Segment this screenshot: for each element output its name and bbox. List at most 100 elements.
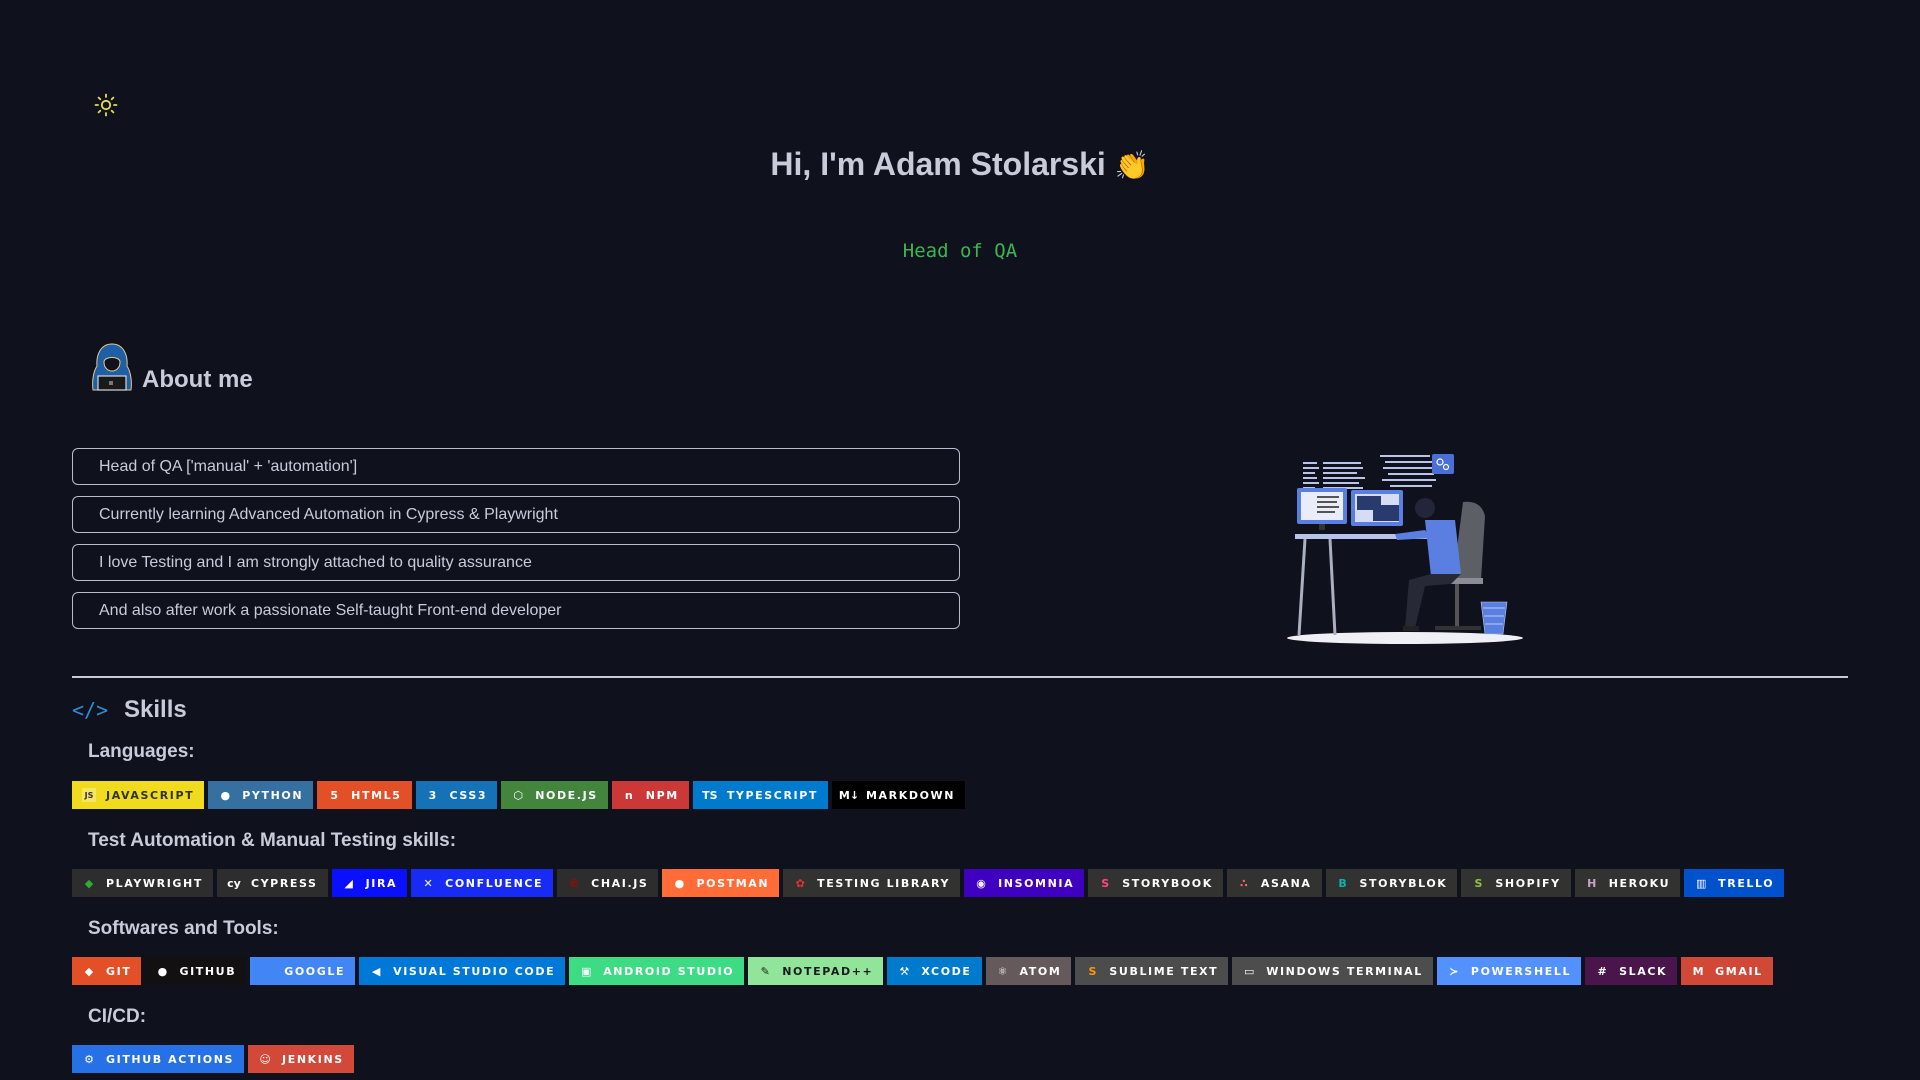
skill-badge-label: HTML5: [351, 788, 402, 802]
vscode-icon: ◀: [371, 964, 381, 978]
html5-icon: 5: [330, 788, 338, 802]
atom-icon: ⚛: [997, 964, 1008, 978]
page-title: Hi, I'm Adam Stolarski 👏: [0, 146, 1920, 183]
powershell-icon: ≻: [1449, 964, 1459, 978]
markdown-icon: M↓: [838, 788, 860, 802]
jenkins-icon: ☺: [259, 1052, 271, 1066]
sun-icon: [94, 93, 118, 117]
css3-icon: 3: [428, 788, 437, 802]
skill-badge-android[interactable]: ▣ ANDROID STUDIO: [569, 957, 745, 985]
skill-badge-typescript[interactable]: TS TYPESCRIPT: [692, 781, 828, 809]
skill-badge-label: NOTEPAD++: [782, 964, 874, 978]
nodejs-icon: ⬡: [513, 788, 523, 802]
skill-badge-label: PLAYWRIGHT: [106, 876, 203, 890]
skill-badge-atom[interactable]: ⚛ ATOM: [985, 957, 1072, 985]
heroku-icon: H: [1587, 876, 1597, 890]
skill-badge-jenkins[interactable]: ☺ JENKINS: [248, 1045, 354, 1073]
skill-badge-insomnia[interactable]: ◉ INSOMNIA: [964, 869, 1085, 897]
skill-badge-testing-library[interactable]: ✿ TESTING LIBRARY: [783, 869, 961, 897]
category-title-testing: Test Automation & Manual Testing skills:: [88, 830, 457, 851]
github-icon: ●: [157, 964, 168, 978]
skills-heading: Skills: [124, 696, 187, 723]
github-actions-icon: ⚙: [84, 1052, 94, 1066]
skill-badge-npm[interactable]: n NPM: [611, 781, 689, 809]
skill-badge-label: GOOGLE: [284, 964, 346, 978]
skill-badge-jira[interactable]: ◢ JIRA: [331, 869, 408, 897]
hacker-avatar-icon: [92, 343, 132, 391]
skill-badge-github-actions[interactable]: ⚙ GITHUB ACTIONS: [72, 1045, 245, 1073]
skill-badge-label: WINDOWS TERMINAL: [1266, 964, 1423, 978]
skill-badge-label: ASANA: [1260, 876, 1312, 890]
skill-badge-label: ATOM: [1019, 964, 1062, 978]
skill-badge-storybook[interactable]: S STORYBOOK: [1088, 869, 1223, 897]
skill-badge-xcode[interactable]: ⚒ XCODE: [887, 957, 982, 985]
skill-badge-python[interactable]: ● PYTHON: [208, 781, 314, 809]
skill-badge-shopify[interactable]: S SHOPIFY: [1461, 869, 1571, 897]
skill-badge-markdown[interactable]: M↓ MARKDOWN: [831, 781, 966, 809]
skill-badge-label: JAVASCRIPT: [106, 788, 195, 802]
skills-header: </> Skills: [72, 696, 187, 724]
skill-badge-gmail[interactable]: M GMAIL: [1681, 957, 1773, 985]
skill-badge-label: PYTHON: [242, 788, 304, 802]
skill-badge-playwright[interactable]: ◆ PLAYWRIGHT: [72, 869, 213, 897]
npm-icon: n: [624, 788, 633, 802]
skill-badge-chai[interactable]: © CHAI.JS: [557, 869, 659, 897]
skill-badge-label: GITHUB: [179, 964, 237, 978]
badge-row-tools: ◆ GIT ● GITHUB GOOGLE ◀ VISUAL STUDIO CODE ▣ AND…: [72, 957, 1773, 985]
skill-badge-powershell[interactable]: ≻ POWERSHELL: [1436, 957, 1582, 985]
skill-badge-git[interactable]: ◆ GIT: [72, 957, 142, 985]
about-item-text: I love Testing and I am strongly attache…: [99, 553, 532, 571]
skill-badge-github[interactable]: ● GITHUB: [145, 957, 247, 985]
skill-badge-notepad[interactable]: ✎ NOTEPAD++: [748, 957, 884, 985]
skill-badge-asana[interactable]: ∴ ASANA: [1226, 869, 1322, 897]
js-icon: JS: [82, 788, 96, 802]
skill-badge-label: SUBLIME TEXT: [1109, 964, 1219, 978]
skill-badge-html5[interactable]: 5 HTML5: [317, 781, 412, 809]
slack-icon: #: [1597, 964, 1607, 978]
skill-badge-trello[interactable]: ▥ TRELLO: [1684, 869, 1785, 897]
skill-badge-label: CYPRESS: [250, 876, 318, 890]
skill-badge-slack[interactable]: # SLACK: [1585, 957, 1678, 985]
skill-badge-label: CHAI.JS: [591, 876, 649, 890]
about-item: Head of QA ['manual' + 'automation']: [72, 448, 960, 485]
xcode-icon: ⚒: [899, 964, 910, 978]
gmail-icon: M: [1692, 964, 1704, 978]
skill-badge-heroku[interactable]: H HEROKU: [1574, 869, 1681, 897]
skill-badge-label: INSOMNIA: [998, 876, 1075, 890]
playwright-icon: ◆: [84, 876, 94, 890]
skill-badge-label: GIT: [106, 964, 132, 978]
confluence-icon: ✕: [423, 876, 433, 890]
skill-badge-label: CONFLUENCE: [445, 876, 544, 890]
skill-badge-label: TRELLO: [1718, 876, 1775, 890]
skill-badge-label: MARKDOWN: [865, 788, 956, 802]
code-icon: </>: [72, 698, 109, 722]
about-item: I love Testing and I am strongly attache…: [72, 544, 960, 581]
developer-at-desk-illustration: [1287, 454, 1523, 644]
skill-badge-confluence[interactable]: ✕ CONFLUENCE: [411, 869, 554, 897]
skill-badge-label: TESTING LIBRARY: [817, 876, 951, 890]
skill-badge-vscode[interactable]: ◀ VISUAL STUDIO CODE: [359, 957, 566, 985]
skill-badge-label: XCODE: [921, 964, 972, 978]
skill-badge-cypress[interactable]: cy CYPRESS: [216, 869, 328, 897]
skill-badge-label: VISUAL STUDIO CODE: [393, 964, 556, 978]
skill-badge-postman[interactable]: ● POSTMAN: [662, 869, 780, 897]
skill-badge-terminal[interactable]: ▭ WINDOWS TERMINAL: [1232, 957, 1433, 985]
theme-toggle-button[interactable]: [94, 93, 118, 117]
about-item: Currently learning Advanced Automation i…: [72, 496, 960, 533]
skill-badge-storyblok[interactable]: B STORYBLOK: [1325, 869, 1458, 897]
git-icon: ◆: [84, 964, 94, 978]
shopify-icon: S: [1474, 876, 1483, 890]
skill-badge-sublime[interactable]: S SUBLIME TEXT: [1075, 957, 1229, 985]
skill-badge-css3[interactable]: 3 CSS3: [415, 781, 498, 809]
about-header: About me: [90, 342, 253, 394]
category-title-tools: Softwares and Tools:: [88, 918, 279, 939]
skill-badge-label: POSTMAN: [696, 876, 770, 890]
skill-badge-label: SHOPIFY: [1495, 876, 1561, 890]
skill-badge-js[interactable]: JS JAVASCRIPT: [72, 781, 205, 809]
skill-badge-label: HEROKU: [1608, 876, 1671, 890]
skill-badge-google[interactable]: GOOGLE: [250, 957, 356, 985]
hero-subtitle: Head of QA: [902, 240, 1018, 262]
skill-badge-nodejs[interactable]: ⬡ NODE.JS: [501, 781, 608, 809]
about-item-text: And also after work a passionate Self-ta…: [99, 601, 562, 619]
insomnia-icon: ◉: [976, 876, 986, 890]
